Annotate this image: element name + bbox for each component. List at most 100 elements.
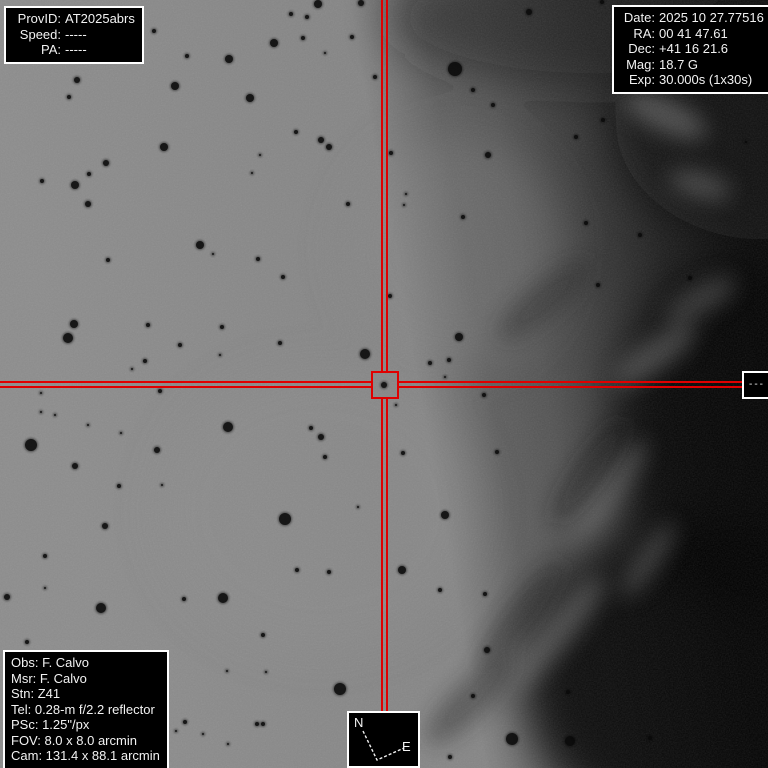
star — [471, 88, 475, 92]
star — [67, 95, 71, 99]
star — [171, 82, 179, 90]
ra-row: RA: 00 41 47.61 — [620, 26, 764, 42]
star — [25, 439, 37, 451]
star — [596, 283, 600, 287]
star — [484, 647, 490, 653]
star — [638, 233, 642, 237]
star — [255, 722, 259, 726]
speed-value: ----- — [65, 27, 87, 43]
star — [401, 451, 405, 455]
star — [154, 447, 160, 453]
star — [279, 513, 291, 525]
star — [261, 722, 265, 726]
star — [334, 683, 346, 695]
star — [318, 137, 324, 143]
star — [74, 77, 80, 83]
compass-north-label: N — [354, 715, 363, 731]
star — [152, 29, 156, 33]
star — [85, 201, 91, 207]
star — [223, 422, 233, 432]
star — [566, 690, 570, 694]
star — [584, 221, 588, 225]
star — [117, 484, 121, 488]
star — [318, 434, 324, 440]
star — [485, 152, 491, 158]
star — [483, 592, 487, 596]
star — [40, 411, 42, 413]
star — [428, 361, 432, 365]
star — [395, 404, 397, 406]
star — [506, 733, 518, 745]
star — [43, 554, 47, 558]
star — [120, 432, 122, 434]
star — [281, 275, 285, 279]
star — [358, 0, 364, 6]
star — [289, 12, 293, 16]
provid-label: ProvID: — [12, 11, 61, 27]
star — [160, 143, 168, 151]
star — [175, 730, 177, 732]
astrometry-info-box: Date: 2025 10 27.77516 RA: 00 41 47.61 D… — [612, 5, 768, 94]
star — [482, 393, 486, 397]
star — [185, 54, 189, 58]
pa-value: ----- — [65, 42, 87, 58]
star — [309, 426, 313, 430]
star — [131, 368, 133, 370]
star — [72, 463, 78, 469]
star — [71, 181, 79, 189]
star — [220, 325, 224, 329]
dec-label: Dec: — [620, 41, 655, 57]
star — [403, 204, 405, 206]
star — [182, 597, 186, 601]
star — [388, 294, 392, 298]
star — [301, 36, 305, 40]
star — [438, 588, 442, 592]
mag-row: Mag: 18.7 G — [620, 57, 764, 73]
star — [87, 172, 91, 176]
star — [745, 141, 747, 143]
crosshair-horizontal-right — [399, 381, 742, 388]
star — [648, 736, 652, 740]
star — [346, 202, 350, 206]
star — [246, 94, 254, 102]
pa-row: PA: ----- — [12, 42, 135, 58]
star — [447, 358, 451, 362]
ra-label: RA: — [620, 26, 655, 42]
star — [227, 743, 229, 745]
star — [259, 154, 261, 156]
star — [574, 135, 578, 139]
image-canvas[interactable]: ProvID: AT2025abrs Speed: ----- PA: ----… — [0, 0, 768, 768]
star — [196, 241, 204, 249]
date-value: 2025 10 27.77516 — [659, 10, 764, 26]
star — [219, 354, 221, 356]
star — [405, 193, 407, 195]
tel-line: Tel: 0.28-m f/2.2 reflector — [11, 702, 160, 718]
star — [398, 566, 406, 574]
star — [455, 333, 463, 341]
star — [350, 35, 354, 39]
star — [305, 15, 309, 19]
star — [294, 130, 298, 134]
speed-row: Speed: ----- — [12, 27, 135, 43]
date-label: Date: — [620, 10, 655, 26]
provid-value: AT2025abrs — [65, 11, 135, 27]
date-row: Date: 2025 10 27.77516 — [620, 10, 764, 26]
edge-marker-label: --- — [749, 377, 765, 393]
target-info-box: ProvID: AT2025abrs Speed: ----- PA: ----… — [4, 6, 144, 64]
star — [326, 144, 332, 150]
star — [158, 389, 162, 393]
compass-east-label: E — [402, 739, 411, 755]
star — [565, 736, 575, 746]
star — [44, 587, 46, 589]
star — [87, 424, 89, 426]
crosshair-horizontal-left — [0, 381, 371, 388]
star — [70, 320, 78, 328]
exp-row: Exp: 30.000s (1x30s) — [620, 72, 764, 88]
mag-label: Mag: — [620, 57, 655, 73]
star — [225, 55, 233, 63]
star — [146, 323, 150, 327]
compass-box: N E — [347, 711, 420, 768]
star — [601, 118, 605, 122]
star — [471, 694, 475, 698]
dec-row: Dec: +41 16 21.6 — [620, 41, 764, 57]
